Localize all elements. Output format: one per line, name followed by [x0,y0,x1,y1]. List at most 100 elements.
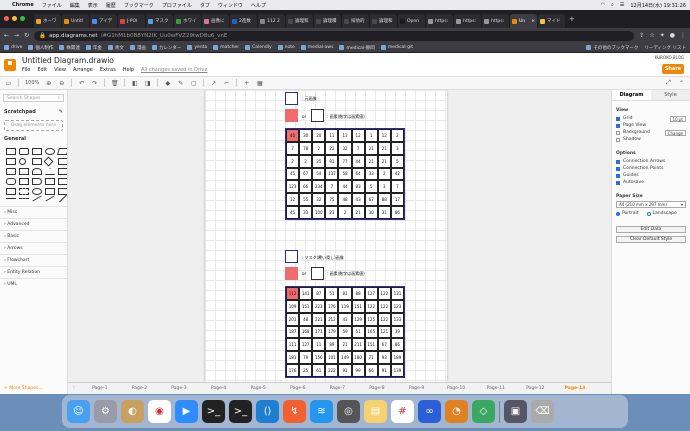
shape-template[interactable] [32,158,42,165]
pixel-cell[interactable]: 122 [377,287,391,300]
pixel-cell[interactable]: 11 [312,338,326,352]
connection-arrows-checkbox[interactable]: Connection Arrows [616,158,686,165]
postman-icon[interactable]: ↯ [283,400,306,423]
shape-category[interactable]: › Basic [0,230,67,242]
pixel-cell[interactable]: 55 [299,193,313,207]
shape-template[interactable] [59,194,67,203]
pixel-cell[interactable]: 121 [377,325,391,339]
terminal-icon[interactable]: >_ [229,400,252,423]
menu-history[interactable]: 履歴 [106,2,116,9]
pixel-cell[interactable]: 151 [351,299,365,313]
pixel-cell[interactable]: 171 [312,325,326,339]
pixel-cell[interactable]: 5 [390,154,404,168]
pixel-cell[interactable]: 7 [286,141,300,155]
page-tab[interactable]: Page-3 [159,386,199,391]
vscode-icon[interactable]: ⟨⟩ [256,400,279,423]
fill-color-icon[interactable]: ◆ [164,80,171,87]
user-name[interactable]: KUROKO BLOG [655,55,684,60]
line-color-icon[interactable]: ✎ [177,80,184,87]
pixel-cell[interactable]: 151 [364,338,378,352]
shadow-checkbox[interactable]: Shadow [616,136,686,143]
pixel-cell[interactable]: 187 [286,325,300,339]
shape-template[interactable] [45,195,55,202]
shape-template[interactable] [32,168,42,175]
pixel-cell[interactable]: 75 [325,193,339,207]
legend-or-text[interactable]: or [302,114,306,119]
pixel-cell[interactable]: 58 [338,167,352,181]
browser-tab[interactable]: ホーワ [34,14,61,28]
original-image-matrix[interactable]: 40 30 20 11 13 12 1 12 2 7 78 2 22 32 7 21 21 3 2 2 25 91 77 44… [285,128,405,220]
browser-tab[interactable]: J-POI [118,14,145,28]
format-panel-icon[interactable]: ▭ [5,80,12,87]
search-shapes-input[interactable]: Search Shapes ⌕ [3,94,64,102]
pixel-cell[interactable]: 123 [390,299,404,313]
to-front-icon[interactable]: ◧ [131,80,138,87]
shape-template[interactable] [32,178,42,185]
pixel-cell[interactable]: 88 [377,193,391,207]
pixel-cell[interactable]: 176 [325,299,339,313]
pixel-cell[interactable]: 21 [338,338,352,352]
pixel-cell[interactable]: 91 [377,364,391,377]
page-tab[interactable]: Page-12 [516,386,556,391]
browser-tab[interactable]: https: [426,14,453,28]
shape-template[interactable] [58,168,67,175]
shape-template[interactable] [19,158,26,165]
shape-template[interactable] [58,178,67,185]
shape-template[interactable] [6,188,16,195]
pixel-cell[interactable]: 122 [377,312,391,326]
shape-category[interactable]: › Flowchart [0,254,67,266]
connection-icon[interactable]: ↗ [210,80,217,87]
browser-tab[interactable]: 論理積 [314,14,341,28]
terminal-icon[interactable]: >_ [202,400,225,423]
shape-category[interactable]: › Arrows [0,242,67,254]
pixel-cell[interactable]: 21 [364,141,378,155]
menu-view[interactable]: View [54,67,66,73]
kapture-icon[interactable]: ◇ [472,400,495,423]
menu-window[interactable]: ウィンドウ [218,2,243,9]
menu-edit[interactable]: Edit [37,67,47,73]
pixel-cell[interactable]: 44 [338,180,352,194]
portrait-radio[interactable]: Portrait [616,211,639,216]
pixel-cell[interactable]: 67 [299,167,313,181]
page-tab[interactable]: Page-2 [120,386,160,391]
bookmark-item[interactable]: Calendly [245,45,272,51]
pixel-cell[interactable]: 156 [312,351,326,365]
pixel-cell[interactable]: 137 [325,167,339,181]
forward-icon[interactable]: → [14,32,19,39]
menu-tab[interactable]: タブ [200,2,210,9]
extensions-icon[interactable]: ✦ [660,32,665,39]
pixel-cell[interactable]: 71 [364,351,378,365]
pixel-cell[interactable]: 12 [351,129,365,142]
pixel-cell[interactable]: 99 [351,364,365,377]
shape-template[interactable] [45,148,55,155]
pixel-cell[interactable]: 179 [325,325,339,339]
pages-menu-icon[interactable]: ⋮ [68,386,80,391]
pixel-cell[interactable]: 21 [351,206,365,219]
pixel-cell[interactable]: 129 [351,312,365,326]
pixel-cell[interactable]: 7 [325,180,339,194]
share-icon[interactable]: ⇪ [639,32,644,39]
page-tab[interactable]: Page-7 [318,386,358,391]
pixel-cell[interactable]: 44 [351,154,365,168]
browser-tab[interactable]: 排他的 [342,14,369,28]
menu-file[interactable]: ファイル [42,2,62,9]
pixel-cell[interactable]: 127 [299,338,313,352]
bookmark-item[interactable]: 年金 [85,45,102,51]
pixel-cell[interactable]: 32 [338,141,352,155]
pixel-cell[interactable]: 66 [299,180,313,194]
delete-icon[interactable]: 🗑 [111,80,119,87]
document-title[interactable]: Untitled Diagram.drawio [22,56,114,65]
pixel-cell[interactable]: 25 [312,154,326,168]
pixel-cell[interactable]: 123 [286,180,300,194]
shape-category[interactable]: › Entity Relation [0,266,67,278]
pixel-cell[interactable]: 151 [299,299,313,313]
pixel-cell[interactable]: 127 [364,287,378,300]
legend-original-image-label[interactable]: : 元画像 [302,96,317,102]
pixel-cell[interactable]: 2 [390,129,404,142]
pixel-cell[interactable]: 87 [312,287,326,300]
pixel-cell[interactable]: 91 [325,154,339,168]
change-background-button[interactable]: Change [664,129,686,136]
browser-tab[interactable]: 論理和 [286,14,313,28]
new-tab-button[interactable]: + [566,15,578,23]
pixel-cell[interactable]: 51 [351,325,365,339]
